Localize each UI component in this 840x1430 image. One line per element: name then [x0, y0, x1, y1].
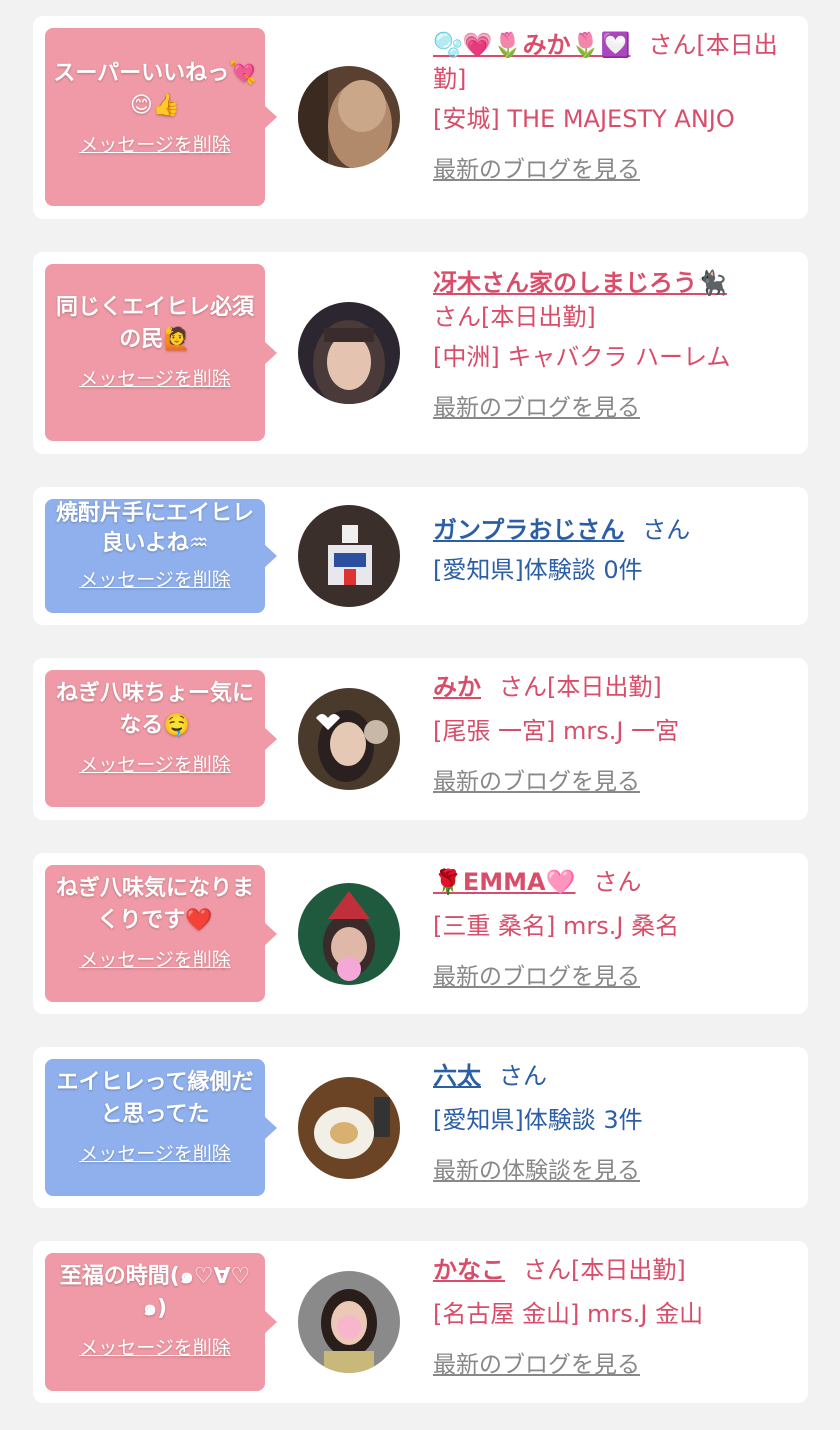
- message-bubble: エイヒレって縁側だと思ってた メッセージを削除: [45, 1059, 277, 1196]
- avatar[interactable]: [298, 302, 400, 404]
- user-name-suffix: さん: [593, 868, 642, 896]
- delete-message-button[interactable]: メッセージを削除: [53, 945, 257, 972]
- list-item: スーパーいいねっ💘😊👍 メッセージを削除 🫧💗🌷みか🌷💟 さん[本日出勤] [安城…: [33, 16, 808, 219]
- message-bubble: ねぎ八味気になりまくりです❤️ メッセージを削除: [45, 865, 277, 1002]
- list-item: ねぎ八味ちょー気になる🤤 メッセージを削除 みか さん[本日出勤] [尾張 一宮]…: [33, 658, 808, 820]
- shop-info: [三重 桑名] mrs.J 桑名: [433, 912, 680, 940]
- delete-message-button[interactable]: メッセージを削除: [53, 565, 257, 592]
- delete-message-button[interactable]: メッセージを削除: [53, 1139, 257, 1166]
- delete-message-button[interactable]: メッセージを削除: [53, 364, 257, 391]
- latest-link[interactable]: 最新のブログを見る: [433, 1348, 778, 1382]
- shop-info: [中洲] キャバクラ ハーレム: [433, 343, 731, 371]
- user-info: 🫧💗🌷みか🌷💟 さん[本日出勤] [安城] THE MAJESTY ANJO 最新…: [433, 28, 778, 187]
- avatar[interactable]: [298, 505, 400, 607]
- avatar[interactable]: [298, 688, 400, 790]
- user-name-link[interactable]: 🫧💗🌷みか🌷💟: [433, 31, 630, 59]
- user-name-link[interactable]: 冴木さん家のしまじろう🐈‍⬛: [433, 269, 727, 297]
- message-text: ねぎ八味ちょー気になる🤤: [55, 681, 254, 738]
- user-info: 冴木さん家のしまじろう🐈‍⬛ さん[本日出勤] [中洲] キャバクラ ハーレム …: [433, 266, 778, 425]
- message-text: 焼酎片手にエイヒレ良いよね♒: [55, 501, 254, 556]
- message-text: 同じくエイヒレ必須の民🙋: [55, 295, 254, 352]
- avatar[interactable]: [298, 1077, 400, 1179]
- message-bubble: スーパーいいねっ💘😊👍 メッセージを削除: [45, 28, 277, 206]
- user-name-suffix: さん[本日出勤]: [433, 303, 596, 331]
- message-text: スーパーいいねっ💘😊👍: [53, 61, 257, 118]
- delete-message-button[interactable]: メッセージを削除: [53, 130, 257, 157]
- message-bubble: 至福の時間(๑♡∀♡๑) メッセージを削除: [45, 1253, 277, 1391]
- latest-link[interactable]: 最新のブログを見る: [433, 153, 778, 187]
- user-name-suffix: さん[本日出勤]: [499, 673, 662, 701]
- latest-link[interactable]: 最新の体験談を見る: [433, 1154, 778, 1188]
- user-info: 🌹EMMA🩷 さん [三重 桑名] mrs.J 桑名 最新のブログを見る: [433, 865, 778, 994]
- avatar[interactable]: [298, 1271, 400, 1373]
- list-item: 至福の時間(๑♡∀♡๑) メッセージを削除 かなこ さん[本日出勤] [名古屋 金…: [33, 1241, 808, 1403]
- list-item: 同じくエイヒレ必須の民🙋 メッセージを削除 冴木さん家のしまじろう🐈‍⬛ さん[…: [33, 252, 808, 454]
- user-name-link[interactable]: みか: [433, 673, 481, 701]
- user-info: みか さん[本日出勤] [尾張 一宮] mrs.J 一宮 最新のブログを見る: [433, 670, 778, 799]
- user-name-suffix: さん[本日出勤]: [523, 1256, 686, 1284]
- message-bubble: 焼酎片手にエイヒレ良いよね♒ メッセージを削除: [45, 499, 277, 613]
- delete-message-button[interactable]: メッセージを削除: [53, 1333, 257, 1360]
- message-bubble: 同じくエイヒレ必須の民🙋 メッセージを削除: [45, 264, 277, 441]
- latest-link[interactable]: 最新のブログを見る: [433, 391, 778, 425]
- user-info: 六太 さん [愛知県]体験談 3件 最新の体験談を見る: [433, 1059, 778, 1188]
- latest-link[interactable]: 最新のブログを見る: [433, 960, 778, 994]
- user-name-link[interactable]: 六太: [433, 1062, 481, 1090]
- list-item: ねぎ八味気になりまくりです❤️ メッセージを削除 🌹EMMA🩷 さん [三重 桑名…: [33, 853, 808, 1014]
- avatar[interactable]: [298, 66, 400, 168]
- user-info: かなこ さん[本日出勤] [名古屋 金山] mrs.J 金山 最新のブログを見る: [433, 1253, 778, 1382]
- message-bubble: ねぎ八味ちょー気になる🤤 メッセージを削除: [45, 670, 277, 807]
- user-name-suffix: さん: [499, 1062, 547, 1090]
- message-text: エイヒレって縁側だと思ってた: [56, 1070, 254, 1127]
- latest-link[interactable]: 最新のブログを見る: [433, 765, 778, 799]
- message-text: ねぎ八味気になりまくりです❤️: [55, 876, 254, 933]
- review-count: [愛知県]体験談 3件: [433, 1106, 643, 1134]
- shop-info: [名古屋 金山] mrs.J 金山: [433, 1300, 704, 1328]
- shop-info: [尾張 一宮] mrs.J 一宮: [433, 717, 680, 745]
- list-item: エイヒレって縁側だと思ってた メッセージを削除 六太 さん [愛知県]体験談 3件…: [33, 1047, 808, 1208]
- shop-info: [安城] THE MAJESTY ANJO: [433, 105, 735, 133]
- user-info: ガンプラおじさん さん [愛知県]体験談 0件: [433, 513, 778, 587]
- user-name-link[interactable]: かなこ: [433, 1256, 505, 1284]
- message-list: スーパーいいねっ💘😊👍 メッセージを削除 🫧💗🌷みか🌷💟 さん[本日出勤] [安城…: [0, 0, 840, 1430]
- user-name-link[interactable]: ガンプラおじさん: [433, 516, 624, 544]
- avatar[interactable]: [298, 883, 400, 985]
- message-text: 至福の時間(๑♡∀♡๑): [59, 1264, 251, 1321]
- user-name-link[interactable]: 🌹EMMA🩷: [433, 868, 576, 896]
- list-item: 焼酎片手にエイヒレ良いよね♒ メッセージを削除 ガンプラおじさん さん [愛知県]…: [33, 487, 808, 625]
- user-name-suffix: さん: [642, 516, 691, 544]
- review-count: [愛知県]体験談 0件: [433, 556, 643, 584]
- delete-message-button[interactable]: メッセージを削除: [53, 750, 257, 777]
